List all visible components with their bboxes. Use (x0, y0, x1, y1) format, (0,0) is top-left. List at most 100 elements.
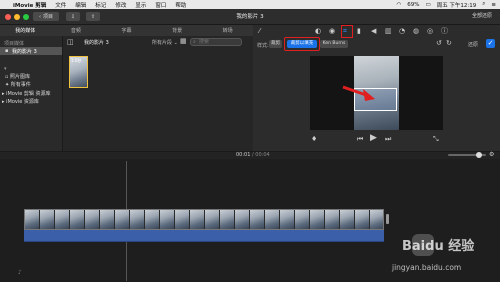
crop-button-highlight[interactable]: ⌗ (341, 25, 353, 38)
clip-frame (145, 210, 160, 229)
clip-frame (235, 210, 250, 229)
title-bar: ‹ 项目 ⇩ ⇧ 我的影片 3 全部还原 (0, 9, 500, 25)
skip-forward-icon[interactable]: ⏭ (385, 135, 391, 143)
timeline: ♪ Baidu 经验 jingyan.baidu.com (0, 159, 500, 282)
tab-audio[interactable]: 音频 (51, 27, 102, 34)
tab-transitions[interactable]: 转场 (202, 27, 253, 34)
skip-back-icon[interactable]: ⏮ (357, 135, 363, 143)
noise-reduction-icon[interactable]: ◍ (413, 27, 419, 35)
clock[interactable]: 周五 下午12:19 (437, 1, 477, 9)
viewer-panel: ⁄ ◐ ◉ ⌗ ▮ ◀ ▥ ◔ ◍ ◎ ⓘ 样式: 裁剪 裁剪以填充 Ken B… (253, 25, 500, 151)
clip-frame (115, 210, 130, 229)
clip-frame (250, 210, 265, 229)
tab-backgrounds[interactable]: 背景 (152, 27, 203, 34)
clip-frame (265, 210, 280, 229)
star-icon: ✦ (5, 82, 10, 88)
search-field[interactable]: ⌕ (190, 38, 242, 46)
clip-frame (355, 210, 370, 229)
tab-titles[interactable]: 字幕 (101, 27, 152, 34)
volume-icon[interactable]: ◀ (371, 27, 376, 35)
sidebar-item-imovie-library[interactable]: ▸ iMovie 资源库 (2, 98, 39, 105)
search-icon[interactable]: ⌕ (482, 1, 485, 8)
battery-icon[interactable]: ▭ (425, 2, 430, 8)
menu-window[interactable]: 窗口 (155, 1, 166, 9)
play-button[interactable]: ▶ (370, 134, 377, 143)
clip-frame (220, 210, 235, 229)
color-balance-icon[interactable]: ◐ (315, 27, 321, 35)
grid-view-icon[interactable]: ▦ (180, 37, 187, 45)
sidebar-item-photos-label: 照片图库 (9, 74, 30, 80)
speed-icon[interactable]: ◔ (399, 27, 405, 35)
magic-wand-icon[interactable]: ⁄ (259, 27, 260, 35)
watermark-brand: Baidu 经验 (402, 239, 475, 254)
audio-track[interactable] (24, 230, 384, 242)
apply-checkmark-button[interactable]: ✓ (486, 39, 495, 48)
clip-filter-label: 所有片段 (152, 40, 173, 46)
menu-help[interactable]: 帮助 (175, 1, 186, 9)
sidebar-item-all-events[interactable]: ✦ 所有事件 (5, 81, 31, 88)
film-icon: ▪ (5, 48, 9, 54)
sidebar-item-clip-library[interactable]: ▸ iMovie 剪辑 资源库 (2, 90, 50, 97)
sidebar-toggle-icon[interactable]: ◫ (67, 38, 74, 46)
microphone-icon[interactable]: ♦ (311, 135, 317, 143)
menu-file[interactable]: 文件 (55, 1, 66, 9)
zoom-slider[interactable] (448, 152, 486, 158)
timecode-display: 00:01 / 00:04 (236, 152, 270, 158)
media-browser: ◫ 我的影片 3 所有片段 ⌄ ▦ ⌕ 1.0秒 (64, 36, 253, 151)
rotate-left-icon[interactable]: ↺ (436, 39, 442, 47)
watermark-url: jingyan.baidu.com (392, 263, 462, 272)
sidebar-item-imovie-library-label: iMovie 资源库 (6, 99, 39, 105)
search-icon: ⌕ (193, 39, 196, 45)
menu-app[interactable]: iMovie 剪辑 (13, 1, 46, 9)
browser-title: 我的影片 3 (84, 40, 109, 46)
zoom-slider-knob[interactable] (476, 152, 482, 158)
restore-all-button[interactable]: 全部还原 (472, 12, 492, 19)
settings-icon[interactable]: ⚙ (489, 151, 494, 159)
fullscreen-icon[interactable]: ⤡ (433, 135, 439, 143)
menu-mark[interactable]: 标记 (95, 1, 106, 9)
clip-frame (370, 210, 383, 229)
baidu-watermark: Baidu 经验 jingyan.baidu.com (392, 231, 492, 279)
menu-edit[interactable]: 编辑 (75, 1, 86, 9)
color-correction-icon[interactable]: ◉ (329, 27, 335, 35)
window-title: 我的影片 3 (236, 14, 264, 20)
battery-percent: 69% (407, 1, 420, 8)
stabilization-icon[interactable]: ▮ (357, 27, 361, 35)
clip-frame (175, 210, 190, 229)
clip-filter-icon[interactable]: ◎ (427, 27, 433, 35)
menu-list-icon[interactable]: ≡ (491, 2, 496, 8)
clip-trim-handle[interactable] (386, 214, 389, 224)
library-sidebar: 项目媒体 ▪ 我的影片 3 ▾ ▫ 照片图库 ✦ 所有事件 ▸ iMovie 剪… (0, 36, 63, 151)
ken-burns-button[interactable]: Ken Burns (320, 40, 348, 48)
fit-button[interactable]: 裁剪 (269, 40, 282, 48)
info-icon[interactable]: ⓘ (441, 27, 448, 35)
rotate-right-icon[interactable]: ↻ (446, 39, 452, 47)
crop-to-fill-button[interactable]: 裁剪以填充 (287, 40, 317, 48)
sidebar-item-project[interactable]: ▪ 我的影片 3 (0, 47, 62, 55)
equalizer-icon[interactable]: ▥ (385, 27, 392, 35)
clip-frame (85, 210, 100, 229)
disclosure-triangle-icon: ▸ (2, 99, 5, 105)
chevron-down-icon: ⌄ (173, 40, 178, 46)
tab-my-media[interactable]: 我的媒体 (0, 27, 51, 34)
photos-icon: ▫ (5, 74, 9, 80)
menu-view[interactable]: 显示 (135, 1, 146, 9)
media-clip-thumbnail[interactable]: 1.0秒 (69, 56, 88, 88)
music-note-icon: ♪ (18, 269, 22, 276)
menu-modify[interactable]: 修改 (115, 1, 126, 9)
project-media-header: 项目媒体 (4, 41, 25, 47)
clip-frame (280, 210, 295, 229)
sidebar-item-photos[interactable]: ▫ 照片图库 (5, 73, 30, 80)
chevron-down-icon[interactable]: ▾ (4, 66, 7, 72)
clip-frame (130, 210, 145, 229)
video-clip-track[interactable] (24, 209, 384, 230)
clip-filter-dropdown[interactable]: 所有片段 ⌄ (152, 39, 178, 46)
clip-frame (310, 210, 325, 229)
sidebar-item-clip-library-label: iMovie 剪辑 资源库 (6, 91, 51, 97)
clip-frame (70, 210, 85, 229)
clip-frame (40, 210, 55, 229)
reset-button[interactable]: 还原 (468, 41, 478, 48)
wifi-icon[interactable]: ◠ (396, 2, 401, 8)
clip-frame (295, 210, 310, 229)
search-input[interactable] (199, 39, 241, 45)
